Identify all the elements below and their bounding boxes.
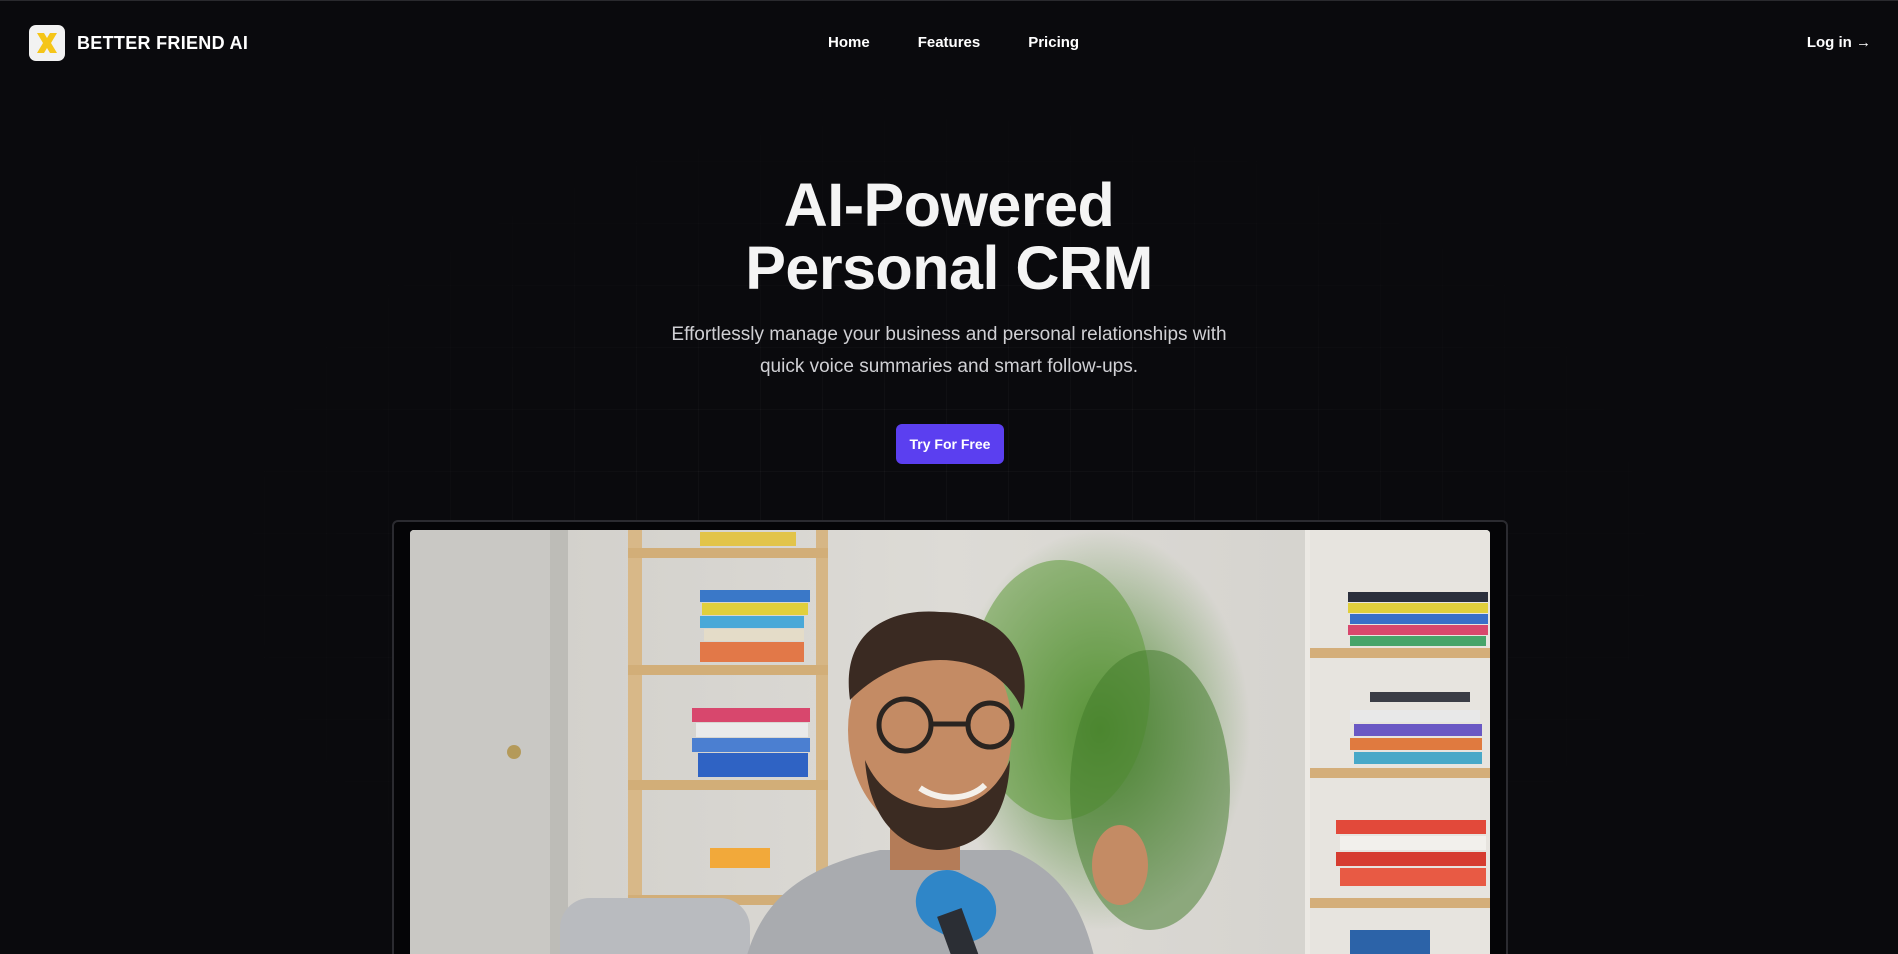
hero-subtitle-line1: Effortlessly manage your business and pe… [671, 324, 1227, 345]
login-link[interactable]: Log in → [1807, 34, 1871, 51]
try-for-free-button[interactable]: Try For Free [896, 424, 1004, 464]
brand-link[interactable]: BETTER FRIEND AI [29, 25, 248, 61]
site-header: BETTER FRIEND AI Home Features Pricing L… [0, 1, 1898, 87]
main-nav: Home Features Pricing [828, 34, 1079, 51]
hero-title: AI-Powered Personal CRM [0, 174, 1898, 300]
hero-subtitle-line2: quick voice summaries and smart follow-u… [759, 356, 1139, 377]
nav-features[interactable]: Features [918, 34, 981, 51]
hero-subtitle: Effortlessly manage your business and pe… [0, 319, 1898, 383]
brand-name: BETTER FRIEND AI [77, 32, 249, 53]
hero-title-line1: AI-Powered [783, 171, 1115, 239]
landing-page: BETTER FRIEND AI Home Features Pricing L… [0, 0, 1898, 954]
x-logo-icon [29, 25, 65, 61]
video-frame [392, 520, 1508, 954]
hero-title-line2: Personal CRM [745, 234, 1153, 302]
video-thumbnail-image[interactable] [410, 530, 1490, 954]
nav-home[interactable]: Home [828, 34, 870, 51]
nav-pricing[interactable]: Pricing [1028, 34, 1079, 51]
